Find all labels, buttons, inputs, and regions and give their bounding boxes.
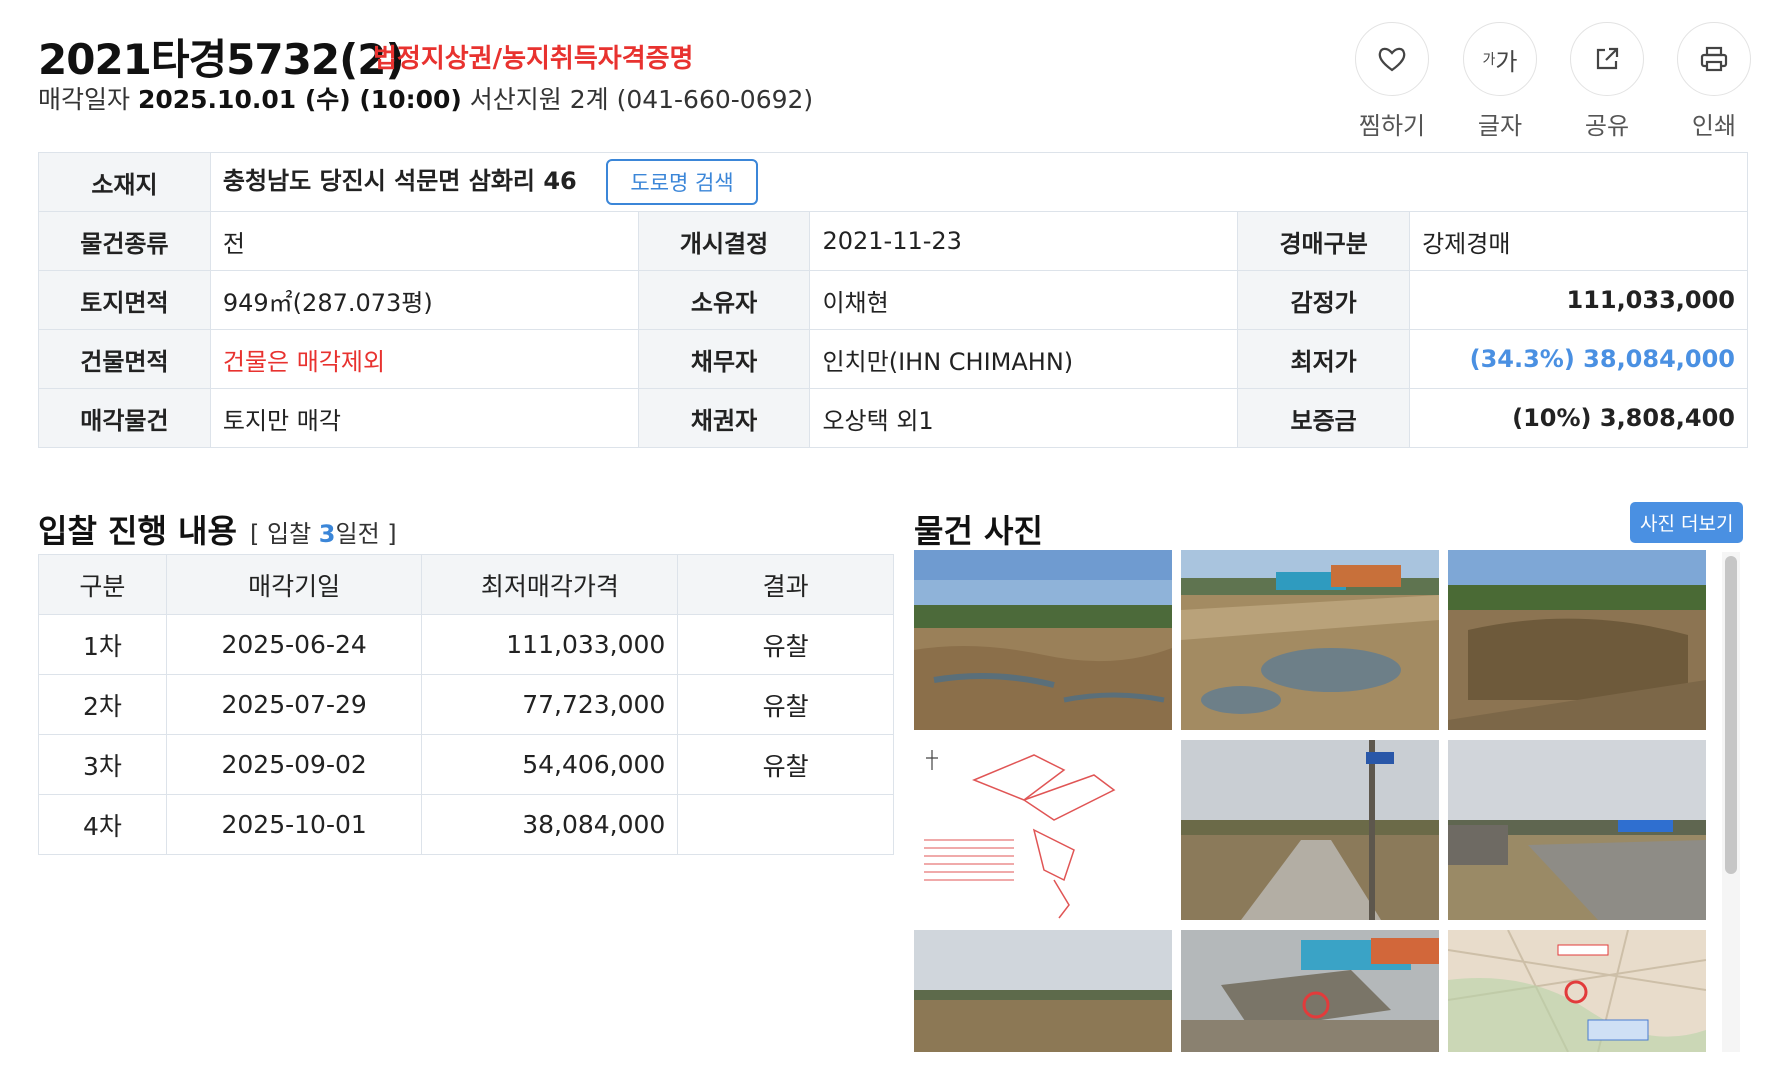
info-value: 2021-11-23 [809,211,1239,271]
sale-info: 매각일자 2025.10.01 (수) (10:00) 서산지원 2계 (041… [38,80,813,116]
column-header: 최저매각가격 [421,554,679,615]
date-cell: 2025-06-24 [165,614,423,675]
sale-date: 2025.10.01 (수) (10:00) [137,85,462,114]
share-button[interactable]: 공유 [1569,22,1645,141]
case-tags: 법정지상권/농지취득자격증명 [373,44,694,74]
photo-thumbnail[interactable] [1448,550,1706,730]
photo-thumbnail[interactable] [1181,930,1439,1052]
info-label: 건물면적 [38,329,211,389]
round-cell: 1차 [38,614,167,675]
bid-days-remaining: [ 입찰 3일전 ] [250,514,397,549]
table-row: 3차 2025-09-02 54,406,000 유찰 [38,734,894,795]
bid-days-prefix: [ 입찰 [250,520,319,548]
location-cell: 충청남도 당진시 석문면 삼화리 46 도로명 검색 [209,152,1749,212]
result-cell: 유찰 [677,674,894,735]
map-thumbnail[interactable] [1448,930,1706,1052]
printer-icon [1677,22,1751,96]
info-label: 토지면적 [38,270,211,330]
print-label: 인쇄 [1691,112,1737,140]
photo-thumbnail[interactable] [1181,740,1439,920]
info-label: 경매구분 [1237,211,1411,271]
price-cell: 111,033,000 [421,614,679,675]
round-cell: 2차 [38,674,167,735]
court-info: 서산지원 2계 (041-660-0692) [469,85,814,114]
photo-thumbnail[interactable] [1448,740,1706,920]
info-value: 강제경매 [1409,211,1748,271]
bid-history-table: 구분 매각기일 최저매각가격 결과 1차 2025-06-24 111,033,… [38,554,894,855]
result-cell: 유찰 [677,734,894,795]
bid-header-row: 구분 매각기일 최저매각가격 결과 [38,554,894,615]
bid-days-suffix: 일전 ] [335,520,397,548]
column-header: 결과 [677,554,894,615]
road-search-button[interactable]: 도로명 검색 [606,159,758,205]
round-cell: 3차 [38,734,167,795]
appraisal-value: 111,033,000 [1409,270,1748,330]
case-number: 2021타경5732(2) [38,35,405,84]
info-row: 물건종류 전 개시결정 2021-11-23 경매구분 강제경매 [38,211,1748,271]
info-label: 채권자 [637,388,811,448]
column-header: 매각기일 [165,554,423,615]
table-row: 2차 2025-07-29 77,723,000 유찰 [38,674,894,735]
heart-icon [1355,22,1429,96]
site-map-thumbnail[interactable] [914,740,1172,920]
font-size-icon: 가가 [1463,22,1537,96]
date-cell: 2025-10-01 [165,794,423,855]
sale-label: 매각일자 [38,85,131,114]
info-row: 매각물건 토지만 매각 채권자 오상택 외1 보증금 (10%) 3,808,4… [38,388,1748,448]
photo-thumbnail[interactable] [914,930,1172,1052]
info-label: 매각물건 [38,388,211,448]
photo-section-title: 물건 사진 [914,512,1043,550]
photo-thumbnail[interactable] [1181,550,1439,730]
date-cell: 2025-09-02 [165,734,423,795]
print-button[interactable]: 인쇄 [1676,22,1752,141]
info-value: 토지만 매각 [209,388,639,448]
bookmark-label: 찜하기 [1358,112,1426,140]
bid-days-count: 3 [318,520,336,548]
font-size-label: 글자 [1477,112,1523,140]
price-cell: 77,723,000 [421,674,679,735]
info-value: 건물은 매각제외 [209,329,639,389]
info-label: 채무자 [637,329,811,389]
share-icon [1570,22,1644,96]
property-info-table: 소재지 충청남도 당진시 석문면 삼화리 46 도로명 검색 물건종류 전 개시… [38,152,1749,448]
info-label: 개시결정 [637,211,811,271]
minimum-price-value: (34.3%) 38,084,000 [1409,329,1748,389]
column-header: 구분 [38,554,167,615]
bid-section-title: 입찰 진행 내용 [38,512,237,550]
bookmark-button[interactable]: 찜하기 [1354,22,1430,141]
photo-thumbnail[interactable] [914,550,1172,730]
font-size-button[interactable]: 가가 글자 [1462,22,1538,141]
table-row: 1차 2025-06-24 111,033,000 유찰 [38,614,894,675]
location-value: 충청남도 당진시 석문면 삼화리 46 [222,167,577,195]
location-label: 소재지 [38,152,211,212]
info-row: 건물면적 건물은 매각제외 채무자 인치만(IHN CHIMAHN) 최저가 (… [38,329,1748,389]
result-cell: 유찰 [677,614,894,675]
round-cell: 4차 [38,794,167,855]
info-value: 오상택 외1 [809,388,1239,448]
info-value: 이채현 [809,270,1239,330]
location-row: 소재지 충청남도 당진시 석문면 삼화리 46 도로명 검색 [38,152,1749,212]
info-value: 인치만(IHN CHIMAHN) [809,329,1239,389]
table-row: 4차 2025-10-01 38,084,000 [38,794,894,855]
info-label: 물건종류 [38,211,211,271]
price-cell: 54,406,000 [421,734,679,795]
info-label: 감정가 [1237,270,1411,330]
deposit-value: (10%) 3,808,400 [1409,388,1748,448]
info-label: 보증금 [1237,388,1411,448]
share-label: 공유 [1584,112,1630,140]
info-label: 최저가 [1237,329,1411,389]
more-photos-button[interactable]: 사진 더보기 [1630,502,1744,543]
result-cell [677,794,894,855]
scrollbar-thumb[interactable] [1725,556,1737,874]
info-label: 소유자 [637,270,811,330]
info-value: 949㎡(287.073평) [209,270,639,330]
date-cell: 2025-07-29 [165,674,423,735]
price-cell: 38,084,000 [421,794,679,855]
info-value: 전 [209,211,639,271]
info-row: 토지면적 949㎡(287.073평) 소유자 이채현 감정가 111,033,… [38,270,1748,330]
